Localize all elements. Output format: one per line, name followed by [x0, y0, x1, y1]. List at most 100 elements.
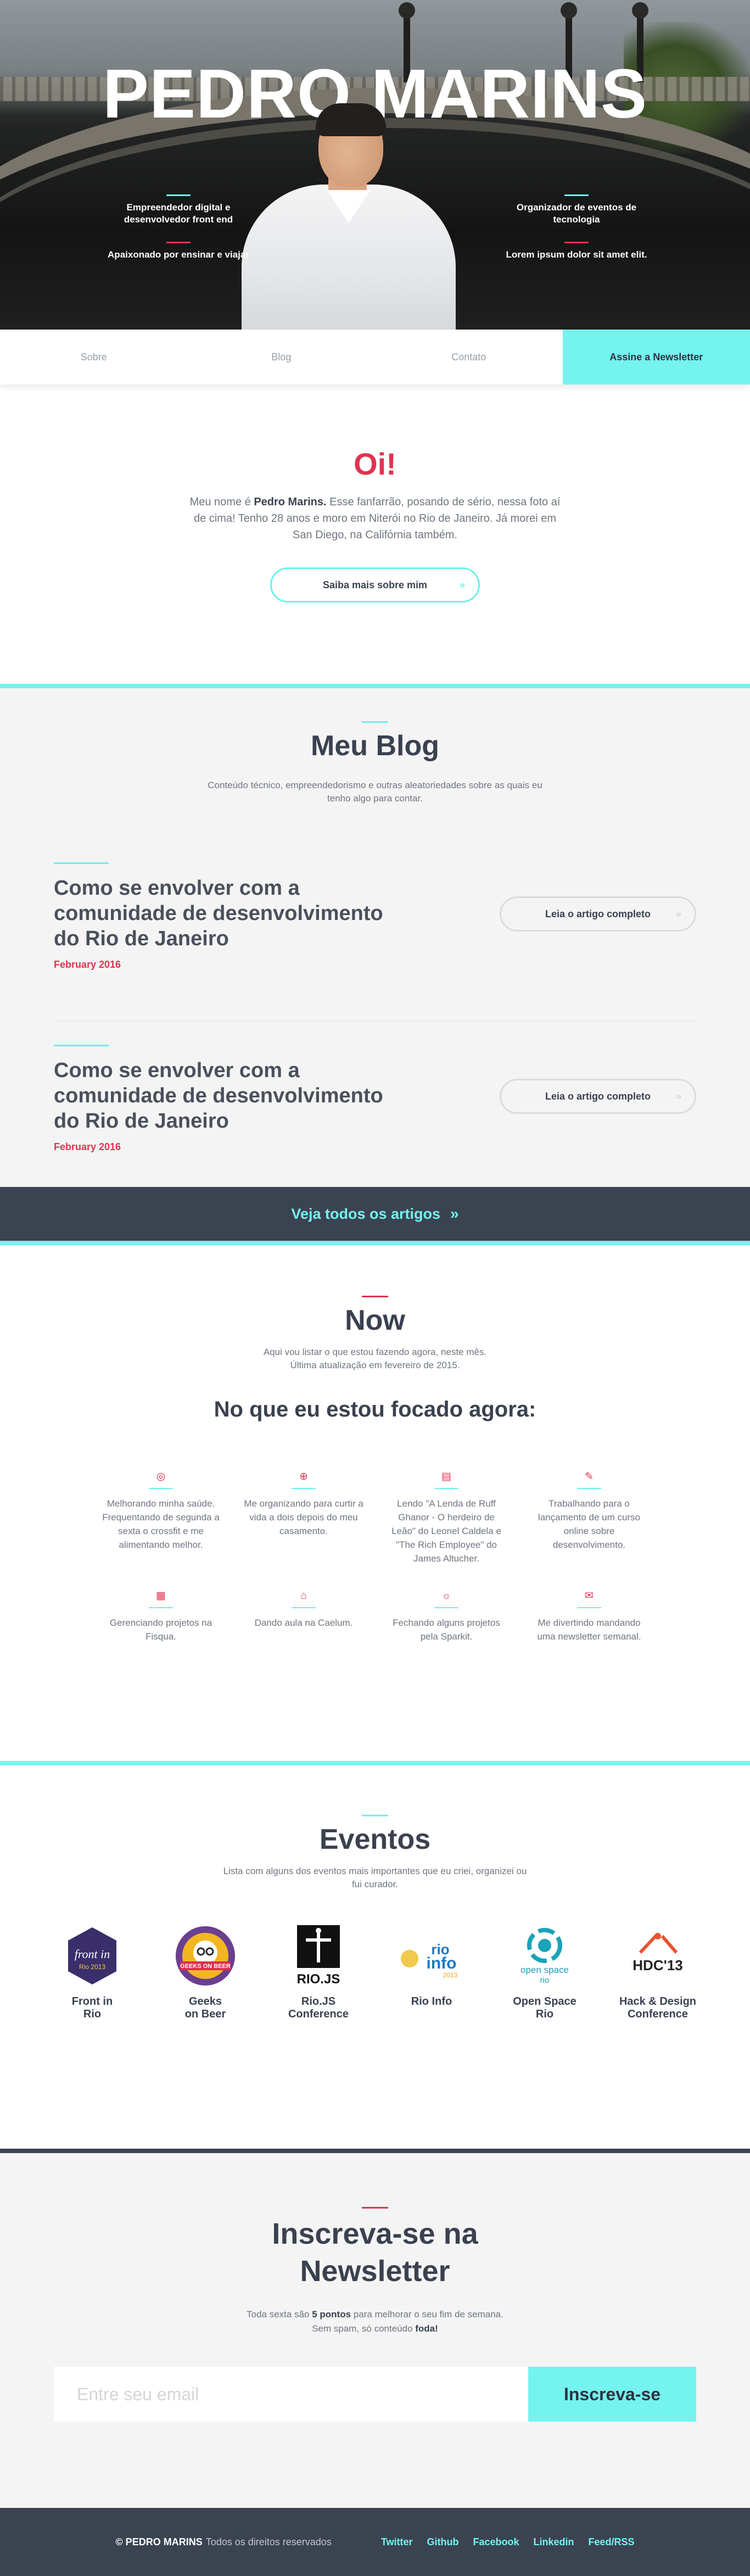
svg-text:info: info [427, 1954, 457, 1972]
footer-rights: Todos os direitos reservados [206, 2536, 332, 2548]
blog-title: Meu Blog [0, 729, 750, 762]
focus-title: No que eu estou focado agora: [0, 1397, 750, 1422]
post-bar [54, 862, 109, 864]
event-item[interactable]: open space rio Open SpaceRio [498, 1925, 591, 2021]
blog-post-list: Como se envolver com a comunidade de des… [0, 862, 750, 1204]
svg-text:rio: rio [540, 1976, 550, 1985]
double-chevron-right-icon: » [676, 1091, 681, 1102]
footer-link-rss[interactable]: Feed/RSS [589, 2536, 635, 2548]
blog-subtitle: Conteúdo técnico, empreendedorismo e out… [205, 779, 545, 805]
event-item[interactable]: rio info 2013 Rio Info [385, 1925, 478, 2021]
footer-link-twitter[interactable]: Twitter [381, 2536, 413, 2548]
focus-item: ⊕ Me organizando para curtir a vida a do… [232, 1470, 375, 1565]
hdc-logo: HDC'13 [622, 1925, 693, 1987]
geeks-on-beer-logo: GEEKS ON BEER [170, 1925, 241, 1987]
events-section: Eventos Lista com alguns dos eventos mai… [0, 1761, 750, 2149]
svg-text:front in: front in [75, 1947, 110, 1961]
nav-item-sobre[interactable]: Sobre [0, 330, 188, 384]
hero-tag: Apaixonado por ensinar e viajar [107, 242, 250, 261]
events-list: front in Rio 2013 Front inRio GEEKS ON B… [46, 1925, 704, 2021]
svg-text:2013: 2013 [443, 1971, 458, 1979]
read-article-button[interactable]: Leia o artigo completo » [500, 1079, 696, 1114]
focus-grid: ◎ Melhorando minha saúde. Frequentando d… [89, 1470, 661, 1643]
riojs-logo: RIO.JS [283, 1925, 354, 1987]
now-title: Now [0, 1304, 750, 1337]
tag-bar [564, 242, 589, 243]
read-article-button[interactable]: Leia o artigo completo » [500, 896, 696, 932]
document-icon: ▦ [154, 1590, 167, 1603]
post-title[interactable]: Como se envolver com a comunidade de des… [54, 876, 405, 951]
now-section: Now Aqui vou listar o que estou fazendo … [0, 1245, 750, 1761]
footer-link-github[interactable]: Github [427, 2536, 459, 2548]
mail-icon: ✉ [583, 1590, 596, 1603]
tag-bar [166, 242, 191, 243]
focus-item: ▤ Lendo "A Lenda de Ruff Ghanor - O herd… [375, 1470, 518, 1565]
svg-text:HDC'13: HDC'13 [633, 1957, 682, 1973]
double-chevron-right-icon: » [450, 1205, 459, 1223]
post-date: February 2016 [54, 959, 121, 971]
svg-text:open space: open space [520, 1965, 569, 1975]
focus-item: ☼ Fechando alguns projetos pela Sparkit. [375, 1590, 518, 1643]
double-chevron-right-icon: » [460, 579, 465, 591]
book-icon: ▤ [440, 1470, 453, 1484]
globe-icon: ⊕ [297, 1470, 310, 1484]
open-space-rio-logo: open space rio [509, 1925, 580, 1987]
front-in-rio-logo: front in Rio 2013 [57, 1925, 128, 1987]
blog-post: Como se envolver com a comunidade de des… [54, 862, 696, 1022]
tag-bar [564, 194, 589, 196]
focus-item: ⌂ Dando aula na Caelum. [232, 1590, 375, 1643]
section-bar [362, 2207, 388, 2209]
events-subtitle: Lista com alguns dos eventos mais import… [221, 1865, 529, 1891]
footer: © PEDRO MARINS Todos os direitos reserva… [0, 2508, 750, 2576]
post-bar [54, 1045, 109, 1046]
hero-header: PEDRO MARINS Empreendedor digital e dese… [0, 0, 750, 330]
event-item[interactable]: front in Rio 2013 Front inRio [46, 1925, 139, 2021]
newsletter-section: Inscreva-se naNewsletter Toda sexta são … [0, 2149, 750, 2508]
about-section: Oi! Meu nome é Pedro Marins. Esse fanfar… [0, 384, 750, 684]
lightbulb-icon: ☼ [440, 1590, 453, 1603]
email-input[interactable] [54, 2367, 528, 2422]
nav-item-contato[interactable]: Contato [375, 330, 563, 384]
section-bar [362, 721, 388, 723]
section-bar [362, 1815, 388, 1816]
focus-item: ✉ Me divertindo mandando uma newsletter … [518, 1590, 661, 1643]
newsletter-form: Inscreva-se [54, 2367, 696, 2422]
newsletter-title: Inscreva-se naNewsletter [0, 2215, 750, 2290]
post-title[interactable]: Como se envolver com a comunidade de des… [54, 1058, 405, 1134]
event-item[interactable]: HDC'13 Hack & DesignConference [611, 1925, 704, 2021]
about-more-button[interactable]: Saiba mais sobre mim » [270, 567, 480, 603]
rio-info-logo: rio info 2013 [396, 1925, 467, 1987]
hero-tag: Organizador de eventos de tecnologia [505, 194, 648, 226]
main-nav: Sobre Blog Contato Assine a Newsletter [0, 330, 750, 384]
svg-text:RIO.JS: RIO.JS [297, 1972, 340, 1987]
double-chevron-right-icon: » [676, 908, 681, 920]
about-text: Meu nome é Pedro Marins. Esse fanfarrão,… [183, 494, 567, 543]
focus-item: ◎ Melhorando minha saúde. Frequentando d… [89, 1470, 232, 1565]
hero-portrait [236, 108, 461, 330]
edit-icon: ✎ [583, 1470, 596, 1484]
newsletter-text: Toda sexta são 5 pontos para melhorar o … [0, 2307, 750, 2336]
nav-newsletter-button[interactable]: Assine a Newsletter [563, 330, 750, 384]
nav-item-blog[interactable]: Blog [188, 330, 376, 384]
tag-bar [166, 194, 191, 196]
subscribe-button[interactable]: Inscreva-se [528, 2367, 696, 2422]
events-title: Eventos [0, 1823, 750, 1856]
focus-item: ✎ Trabalhando para o lançamento de um cu… [518, 1470, 661, 1565]
footer-links: Twitter Github Facebook Linkedin Feed/RS… [381, 2536, 635, 2548]
hero-tag: Empreendedor digital e desenvolvedor fro… [107, 194, 250, 226]
svg-text:Rio 2013: Rio 2013 [79, 1963, 105, 1971]
blog-post: Como se envolver com a comunidade de des… [54, 1045, 696, 1204]
target-icon: ◎ [154, 1470, 167, 1484]
post-date: February 2016 [54, 1141, 121, 1153]
focus-item: ▦ Gerenciando projetos na Fisqua. [89, 1590, 232, 1643]
event-item[interactable]: GEEKS ON BEER Geekson Beer [159, 1925, 252, 2021]
hero-tag: Lorem ipsum dolor sit amet elit. [505, 242, 648, 261]
graduation-cap-icon: ⌂ [297, 1590, 310, 1603]
about-title: Oi! [0, 446, 750, 482]
svg-text:GEEKS ON BEER: GEEKS ON BEER [180, 1963, 231, 1970]
footer-link-linkedin[interactable]: Linkedin [534, 2536, 574, 2548]
blog-section: Meu Blog Conteúdo técnico, empreendedori… [0, 684, 750, 1187]
footer-link-facebook[interactable]: Facebook [473, 2536, 519, 2548]
event-item[interactable]: RIO.JS Rio.JSConference [272, 1925, 365, 2021]
now-subtitle: Aqui vou listar o que estou fazendo agor… [0, 1346, 750, 1372]
